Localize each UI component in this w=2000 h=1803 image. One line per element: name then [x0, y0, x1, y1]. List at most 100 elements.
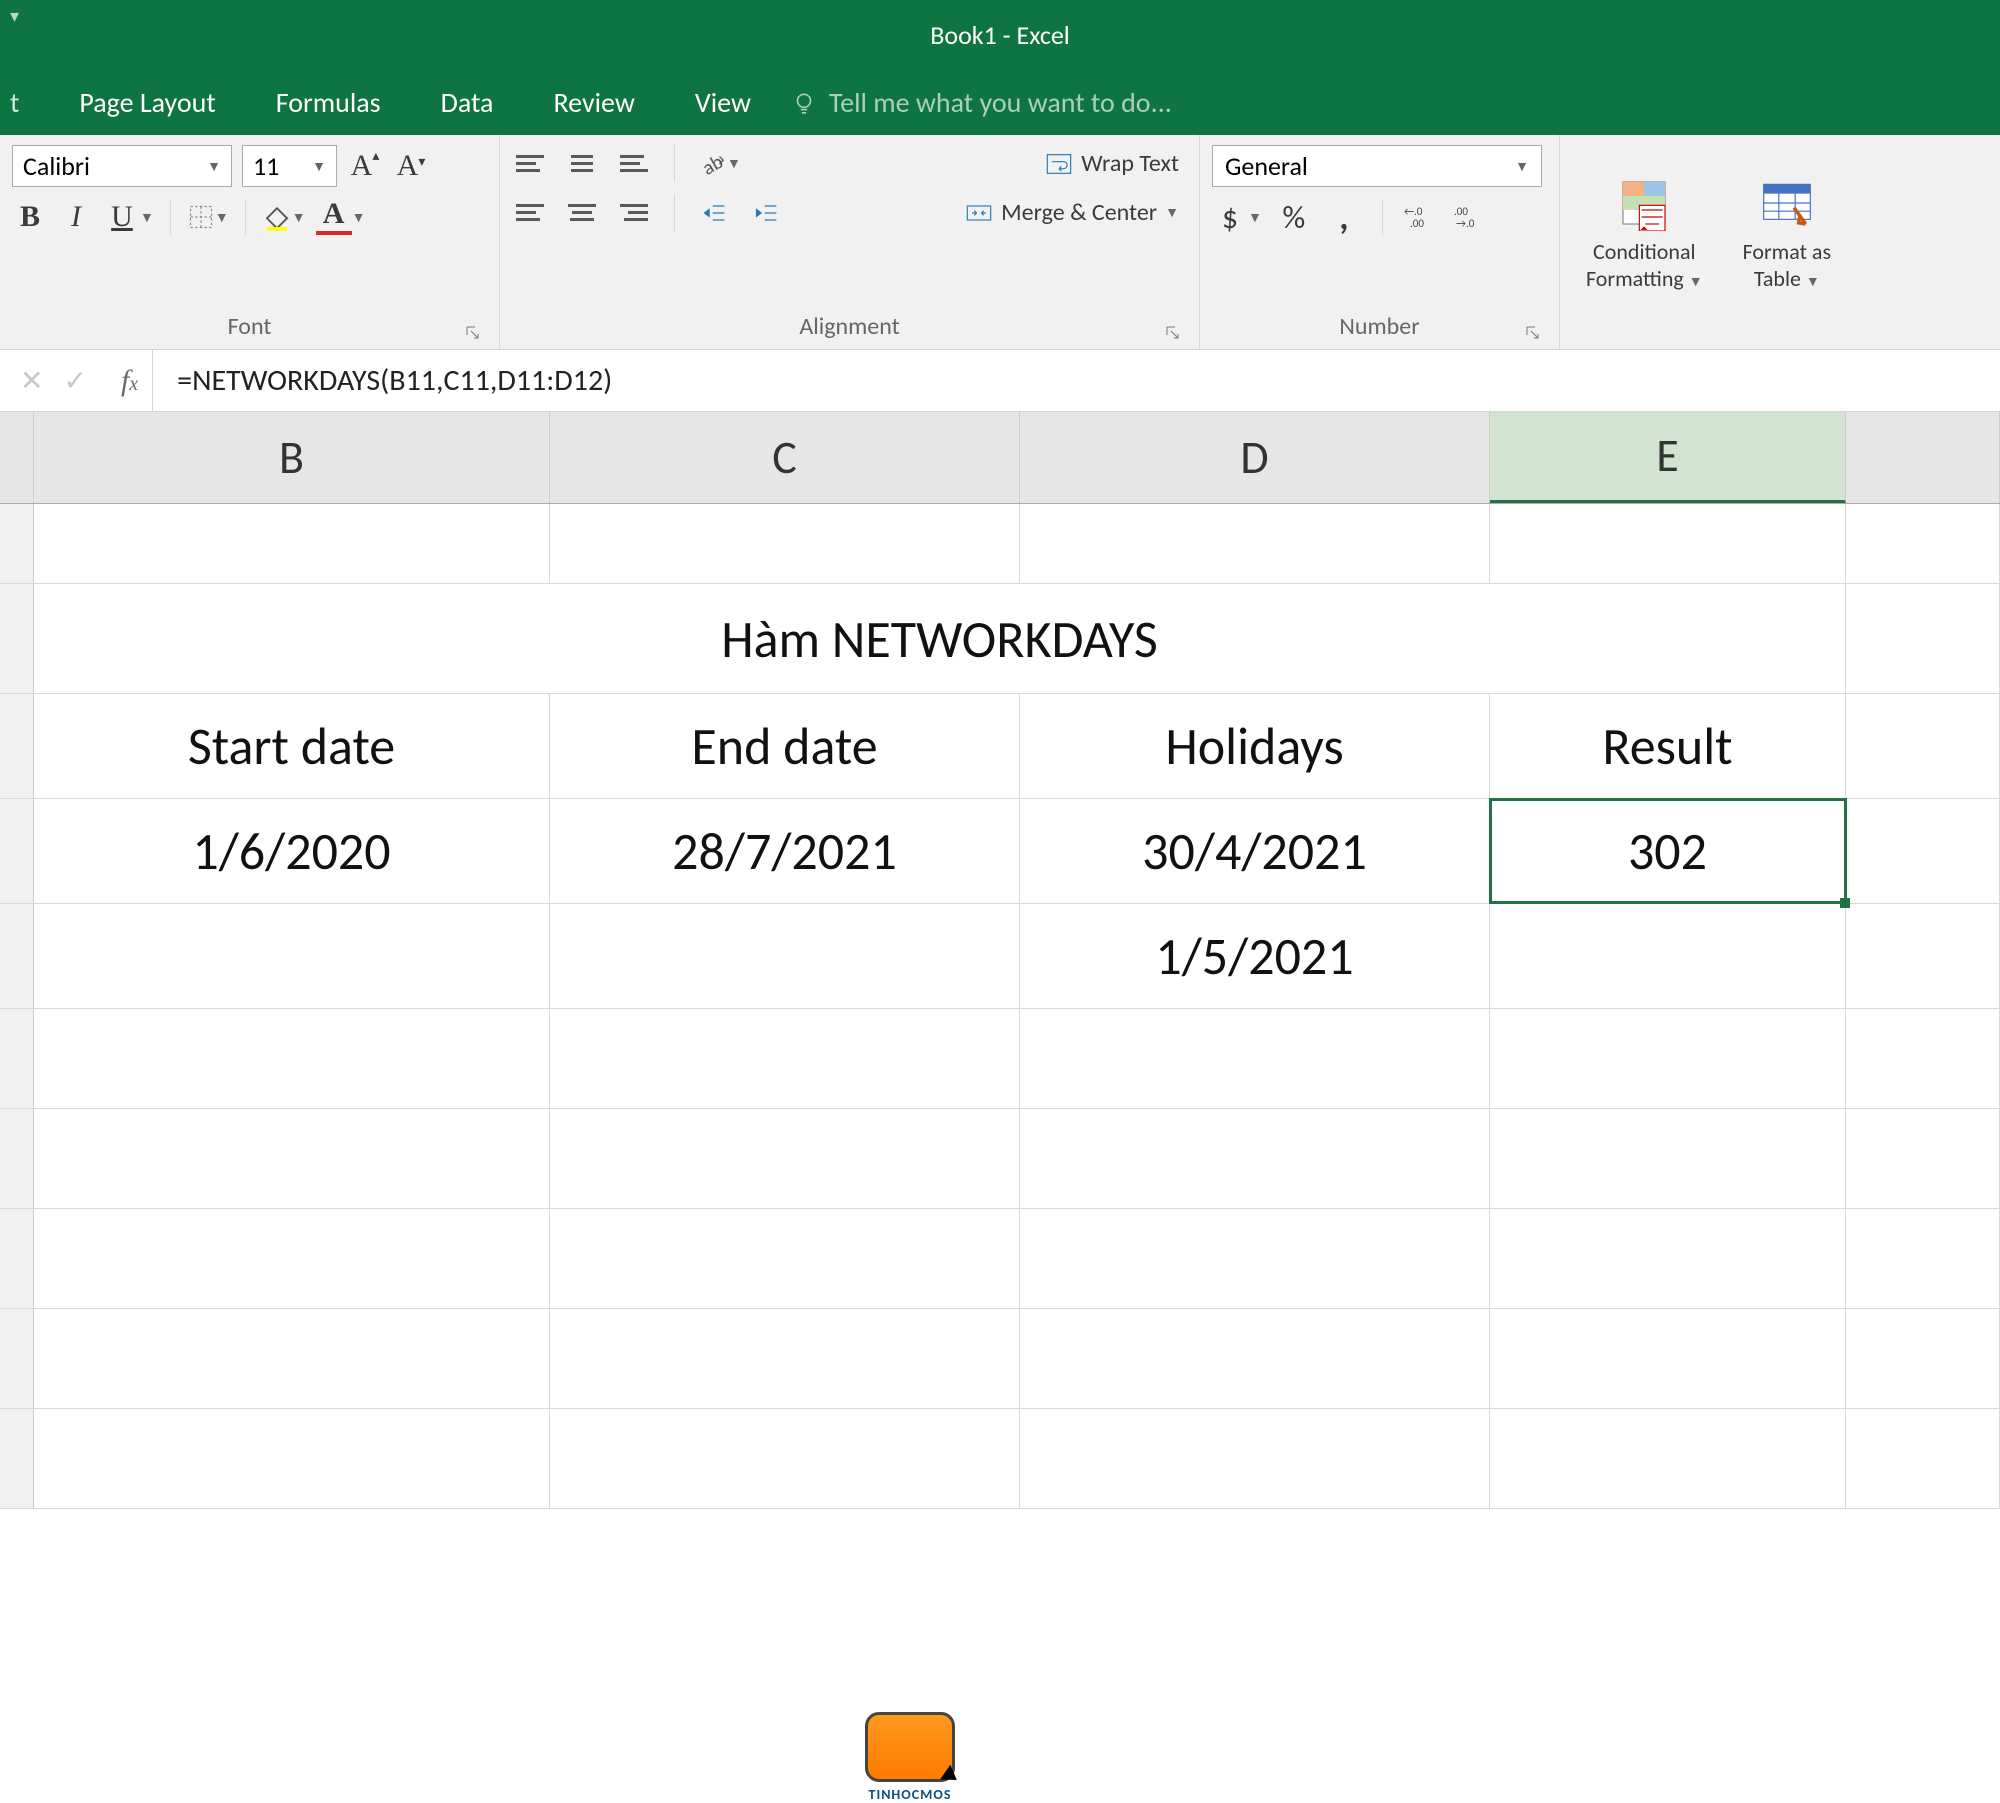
- cell[interactable]: [34, 504, 550, 583]
- row-header[interactable]: [0, 504, 34, 583]
- cell-e11-selected[interactable]: 302: [1490, 799, 1846, 903]
- cell-d12[interactable]: 1/5/2021: [1020, 904, 1490, 1008]
- row-header[interactable]: [0, 1009, 34, 1108]
- decrease-font-size-button[interactable]: A▾: [393, 148, 429, 184]
- enter-formula-button[interactable]: ✓: [63, 363, 86, 398]
- cell[interactable]: [550, 1009, 1020, 1108]
- cell[interactable]: [1490, 504, 1846, 583]
- column-header-c[interactable]: C: [550, 412, 1020, 503]
- percent-button[interactable]: %: [1276, 199, 1312, 235]
- cell[interactable]: [550, 1109, 1020, 1208]
- cell[interactable]: [34, 1009, 550, 1108]
- align-top-button[interactable]: [512, 146, 548, 182]
- decrease-decimal-button[interactable]: .00→.0: [1453, 199, 1489, 235]
- borders-button[interactable]: ▼: [187, 203, 229, 231]
- align-center-button[interactable]: [564, 195, 600, 231]
- cell[interactable]: [34, 904, 550, 1008]
- cell[interactable]: [1846, 504, 2000, 583]
- cell[interactable]: [1846, 1109, 2000, 1208]
- column-header-e[interactable]: E: [1490, 412, 1846, 503]
- tab-review[interactable]: Review: [523, 70, 664, 135]
- bold-button[interactable]: B: [12, 199, 48, 235]
- cell[interactable]: [1490, 1009, 1846, 1108]
- tab-view[interactable]: View: [665, 70, 781, 135]
- tab-formulas[interactable]: Formulas: [246, 70, 411, 135]
- select-all-corner[interactable]: [0, 412, 34, 503]
- cell[interactable]: [1846, 584, 2000, 693]
- format-as-table-button[interactable]: Format as Table ▼: [1729, 145, 1845, 315]
- cell-header-result[interactable]: Result: [1490, 694, 1846, 798]
- cell[interactable]: [1020, 1309, 1490, 1408]
- row-header[interactable]: [0, 799, 34, 903]
- cell[interactable]: [1846, 694, 2000, 798]
- cell[interactable]: [1490, 904, 1846, 1008]
- cell[interactable]: [1020, 1209, 1490, 1308]
- increase-decimal-button[interactable]: ←.0.00: [1403, 199, 1439, 235]
- fill-handle[interactable]: [1840, 898, 1850, 908]
- cell-header-start-date[interactable]: Start date: [34, 694, 550, 798]
- align-bottom-button[interactable]: [616, 146, 652, 182]
- row-header[interactable]: [0, 1309, 34, 1408]
- row-header[interactable]: [0, 1409, 34, 1508]
- align-left-button[interactable]: [512, 195, 548, 231]
- number-format-selector[interactable]: General ▼: [1212, 145, 1542, 187]
- cell[interactable]: [550, 904, 1020, 1008]
- column-header-next[interactable]: [1846, 412, 2000, 503]
- cell-d11[interactable]: 30/4/2021: [1020, 799, 1490, 903]
- cell-header-end-date[interactable]: End date: [550, 694, 1020, 798]
- accounting-format-button[interactable]: $ ▼: [1212, 199, 1262, 235]
- formula-input[interactable]: =NETWORKDAYS(B11,C11,D11:D12): [152, 350, 2000, 411]
- italic-button[interactable]: I: [58, 199, 94, 235]
- cell[interactable]: [1846, 1009, 2000, 1108]
- quick-access-toggle[interactable]: ▾: [10, 5, 19, 27]
- align-middle-button[interactable]: [564, 146, 600, 182]
- cell-c11[interactable]: 28/7/2021: [550, 799, 1020, 903]
- dialog-launcher-icon[interactable]: [1525, 325, 1541, 341]
- tab-page-layout[interactable]: Page Layout: [49, 70, 245, 135]
- orientation-button[interactable]: ab ▼: [697, 149, 741, 179]
- cell[interactable]: [1846, 904, 2000, 1008]
- align-right-button[interactable]: [616, 195, 652, 231]
- cell[interactable]: [1846, 799, 2000, 903]
- cell[interactable]: [1490, 1309, 1846, 1408]
- wrap-text-button[interactable]: Wrap Text: [1037, 145, 1187, 182]
- cell[interactable]: [1020, 1009, 1490, 1108]
- tab-data[interactable]: Data: [411, 70, 524, 135]
- cell[interactable]: [1490, 1109, 1846, 1208]
- underline-button[interactable]: U ▼: [104, 199, 154, 235]
- cell[interactable]: [34, 1109, 550, 1208]
- row-header[interactable]: [0, 904, 34, 1008]
- cell[interactable]: [34, 1309, 550, 1408]
- cell[interactable]: [550, 504, 1020, 583]
- cell[interactable]: [550, 1209, 1020, 1308]
- cell[interactable]: [550, 1309, 1020, 1408]
- merge-center-button[interactable]: Merge & Center ▼: [957, 194, 1187, 231]
- comma-style-button[interactable]: ,: [1326, 199, 1362, 235]
- tell-me-search[interactable]: Tell me what you want to do...: [791, 85, 1172, 120]
- cell-title[interactable]: Hàm NETWORKDAYS: [34, 584, 1846, 693]
- conditional-formatting-button[interactable]: Conditional Formatting ▼: [1572, 145, 1717, 315]
- column-header-d[interactable]: D: [1020, 412, 1490, 503]
- fill-color-button[interactable]: ▼: [262, 202, 306, 232]
- cell[interactable]: [550, 1409, 1020, 1508]
- insert-function-button[interactable]: fx: [107, 364, 152, 398]
- increase-font-size-button[interactable]: A▴: [347, 148, 383, 184]
- tab-truncated[interactable]: t: [0, 70, 49, 135]
- cell[interactable]: [34, 1409, 550, 1508]
- cell[interactable]: [1846, 1309, 2000, 1408]
- row-header[interactable]: [0, 584, 34, 693]
- cell[interactable]: [1490, 1409, 1846, 1508]
- font-name-selector[interactable]: Calibri ▼: [12, 145, 232, 187]
- cell[interactable]: [34, 1209, 550, 1308]
- cancel-formula-button[interactable]: ✕: [20, 363, 43, 398]
- increase-indent-button[interactable]: [749, 195, 785, 231]
- cell[interactable]: [1846, 1409, 2000, 1508]
- dialog-launcher-icon[interactable]: [1165, 325, 1181, 341]
- column-header-b[interactable]: B: [34, 412, 550, 503]
- cell[interactable]: [1846, 1209, 2000, 1308]
- dialog-launcher-icon[interactable]: [465, 325, 481, 341]
- cell[interactable]: [1490, 1209, 1846, 1308]
- cell[interactable]: [1020, 504, 1490, 583]
- cell[interactable]: [1020, 1409, 1490, 1508]
- cell-b11[interactable]: 1/6/2020: [34, 799, 550, 903]
